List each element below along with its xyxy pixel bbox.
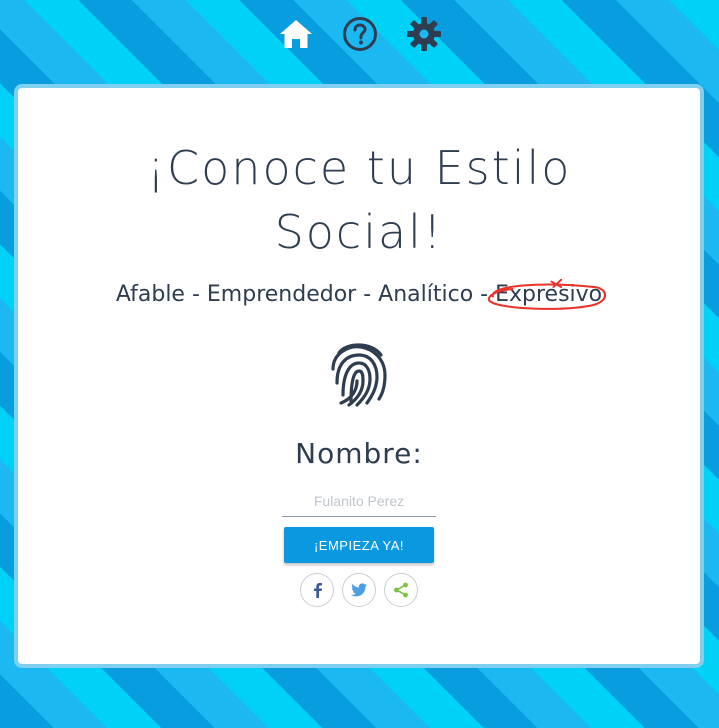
home-icon <box>279 20 312 48</box>
separator: - <box>184 282 207 307</box>
fingerprint-icon <box>327 335 391 409</box>
separator: - <box>356 282 379 307</box>
style-afable: Afable <box>115 282 185 307</box>
start-button[interactable]: ¡EMPIEZA YA! <box>284 527 434 563</box>
social-styles-list: Afable - Emprendedor - Analítico - Expre… <box>18 278 700 310</box>
share-icon <box>394 582 408 598</box>
facebook-icon <box>314 583 322 598</box>
help-button[interactable] <box>339 13 381 55</box>
twitter-icon <box>351 583 367 597</box>
top-navigation <box>0 12 719 56</box>
share-buttons <box>18 573 700 607</box>
home-button[interactable] <box>275 13 317 55</box>
gear-icon <box>406 17 441 51</box>
main-card: ¡Conoce tu Estilo Social! Afable - Empre… <box>14 84 704 668</box>
settings-button[interactable] <box>403 13 445 55</box>
style-expresivo: Expresivo <box>495 282 603 307</box>
help-icon <box>342 17 377 51</box>
name-label: Nombre: <box>295 437 423 470</box>
facebook-share-button[interactable] <box>300 573 334 607</box>
page-title: ¡Conoce tu Estilo Social! <box>146 141 572 259</box>
twitter-share-button[interactable] <box>342 573 376 607</box>
style-emprendedor: Emprendedor <box>206 282 357 307</box>
style-expresivo-highlighted: Expresivo <box>487 278 607 310</box>
generic-share-button[interactable] <box>384 573 418 607</box>
style-analitico: Analítico <box>378 282 474 307</box>
separator: - <box>473 282 496 307</box>
name-input[interactable] <box>282 486 436 517</box>
